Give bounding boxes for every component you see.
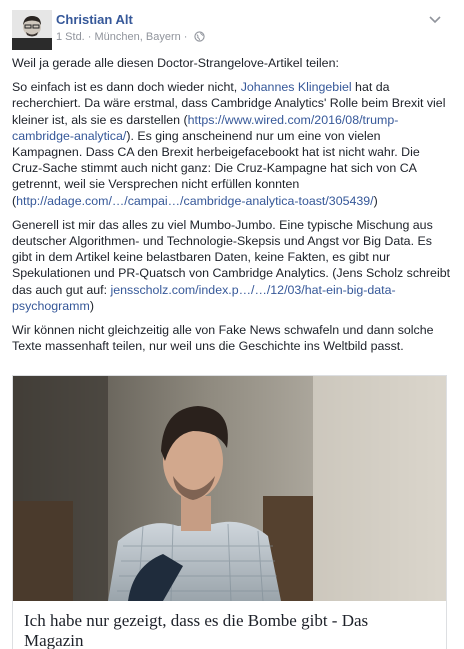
post-meta: 1 Std. · München, Bayern ·: [56, 31, 205, 45]
post-paragraph: Wir können nicht gleichzeitig alle von F…: [12, 322, 452, 354]
post-header: Christian Alt 1 Std. · München, Bayern ·: [12, 10, 452, 50]
avatar[interactable]: [12, 10, 52, 50]
globe-icon[interactable]: [193, 31, 205, 45]
post-timestamp-location[interactable]: 1 Std. · München, Bayern ·: [56, 31, 187, 43]
post-body: Weil ja gerade alle diesen Doctor-Strang…: [12, 55, 452, 362]
attachment-image[interactable]: [13, 376, 446, 601]
options-chevron-icon[interactable]: [428, 12, 442, 26]
paragraph-text: Wir können nicht gleichzeitig alle von F…: [12, 323, 434, 354]
paragraph-text: ): [373, 193, 378, 208]
inline-link[interactable]: http://adage.com/…/campai…/cambridge-ana…: [16, 194, 373, 208]
paragraph-text: So einfach ist es dann doch wieder nicht…: [12, 80, 241, 95]
post-paragraph: Generell ist mir das alles zu viel Mumbo…: [12, 217, 452, 314]
paragraph-text: Weil ja gerade alle diesen Doctor-Strang…: [12, 56, 339, 70]
inline-link[interactable]: Johannes Klingebiel: [241, 80, 352, 94]
link-attachment[interactable]: Ich habe nur gezeigt, dass es die Bombe …: [12, 375, 447, 649]
facebook-post: Christian Alt 1 Std. · München, Bayern ·…: [0, 0, 464, 649]
post-paragraph: So einfach ist es dann doch wieder nicht…: [12, 79, 452, 209]
attachment-title[interactable]: Ich habe nur gezeigt, dass es die Bombe …: [24, 611, 424, 649]
paragraph-text: ): [89, 298, 94, 313]
post-paragraph: Weil ja gerade alle diesen Doctor-Strang…: [12, 55, 452, 71]
author-name[interactable]: Christian Alt: [56, 12, 133, 27]
